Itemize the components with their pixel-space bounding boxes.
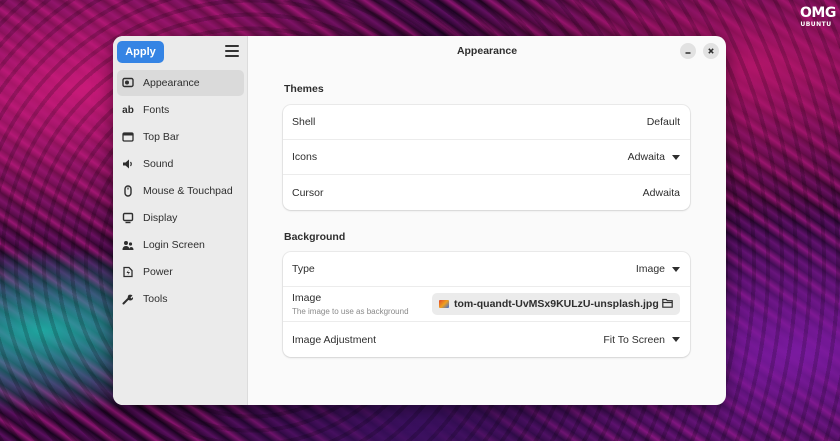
mouse-icon xyxy=(122,185,134,197)
chevron-down-icon xyxy=(672,266,680,272)
sidebar-item-sound[interactable]: Sound xyxy=(117,151,244,177)
cursor-label: Cursor xyxy=(292,186,324,199)
type-label: Type xyxy=(292,263,315,275)
shell-label: Shell xyxy=(292,116,316,128)
main-content: Appearance Themes Shell Default Icons Ad… xyxy=(248,36,726,405)
sidebar-item-label: Tools xyxy=(143,293,168,305)
themes-heading: Themes xyxy=(284,83,324,95)
appearance-icon xyxy=(122,77,134,89)
sidebar-item-login-screen[interactable]: Login Screen xyxy=(117,232,244,258)
chevron-down-icon xyxy=(672,154,680,160)
tools-icon xyxy=(122,293,134,305)
display-icon xyxy=(122,212,134,224)
close-icon xyxy=(708,48,714,54)
sidebar-nav: Appearance ab Fonts Top Bar Sound Mouse … xyxy=(117,70,244,313)
image-sublabel: The image to use as background xyxy=(292,307,409,316)
power-icon xyxy=(122,266,134,278)
sidebar-item-fonts[interactable]: ab Fonts xyxy=(117,97,244,123)
image-adjustment-label: Image Adjustment xyxy=(292,333,377,346)
sidebar-item-label: Display xyxy=(143,212,178,224)
icons-row[interactable]: Icons Adwaita xyxy=(283,140,690,175)
sidebar: Apply Appearance ab Fonts Top Bar Sound … xyxy=(113,36,248,405)
sidebar-item-tools[interactable]: Tools xyxy=(117,286,244,312)
sidebar-item-label: Appearance xyxy=(143,77,200,89)
sidebar-item-label: Power xyxy=(143,266,173,278)
sidebar-item-label: Sound xyxy=(143,158,174,170)
type-value: Image xyxy=(635,263,665,275)
image-row: Image The image to use as background tom… xyxy=(283,287,690,322)
image-adjustment-value: Fit To Screen xyxy=(603,333,665,346)
image-file-name: tom-quandt-UvMSx9KULzU-unsplash.jpg xyxy=(454,298,659,310)
users-icon xyxy=(122,239,134,251)
themes-card: Shell Default Icons Adwaita Cursor Adwai… xyxy=(283,105,690,210)
chevron-down-icon xyxy=(672,337,680,342)
image-label: Image xyxy=(292,292,322,304)
shell-value: Default xyxy=(646,116,680,128)
apply-button[interactable]: Apply xyxy=(117,41,164,63)
sidebar-item-appearance[interactable]: Appearance xyxy=(117,70,244,96)
sidebar-item-label: Mouse & Touchpad xyxy=(143,185,233,197)
hamburger-menu-icon[interactable] xyxy=(225,45,239,57)
background-card: Type Image Image The image to use as bac… xyxy=(283,252,690,357)
sidebar-item-power[interactable]: Power xyxy=(117,259,244,285)
folder-open-icon xyxy=(662,298,673,311)
type-row[interactable]: Type Image xyxy=(283,252,690,287)
image-adjustment-dropdown[interactable]: Fit To Screen xyxy=(603,334,680,346)
image-adjustment-row[interactable]: Image Adjustment Fit To Screen xyxy=(283,322,690,357)
minimize-icon xyxy=(685,52,691,54)
logo-line-1: OMG xyxy=(800,5,836,21)
image-file-chooser[interactable]: tom-quandt-UvMSx9KULzU-unsplash.jpg xyxy=(432,293,680,315)
page-title: Appearance xyxy=(456,45,518,57)
background-heading: Background xyxy=(284,231,346,243)
sidebar-item-label: Fonts xyxy=(143,104,170,116)
close-button[interactable] xyxy=(703,43,719,59)
sound-icon xyxy=(122,158,134,170)
cursor-value: Adwaita xyxy=(642,186,680,199)
header-bar: Appearance xyxy=(248,36,726,66)
minimize-button[interactable] xyxy=(680,43,696,59)
cursor-row[interactable]: Cursor Adwaita xyxy=(283,175,690,210)
type-dropdown[interactable]: Image xyxy=(636,263,680,275)
sidebar-item-display[interactable]: Display xyxy=(117,205,244,231)
logo-line-2: UBUNTU xyxy=(800,21,832,28)
image-file-icon xyxy=(439,300,449,308)
sidebar-item-mouse-touchpad[interactable]: Mouse & Touchpad xyxy=(117,178,244,204)
tweaks-window: Apply Appearance ab Fonts Top Bar Sound … xyxy=(113,36,726,405)
omg-ubuntu-logo: OMG UBUNTU xyxy=(800,5,836,36)
sidebar-item-top-bar[interactable]: Top Bar xyxy=(117,124,244,150)
top-bar-icon xyxy=(122,131,134,143)
icons-dropdown[interactable]: Adwaita xyxy=(628,151,680,163)
icons-label: Icons xyxy=(292,151,318,163)
fonts-icon: ab xyxy=(122,104,134,116)
sidebar-item-label: Top Bar xyxy=(143,131,180,143)
icons-value: Adwaita xyxy=(627,151,665,163)
sidebar-item-label: Login Screen xyxy=(143,239,205,251)
shell-row[interactable]: Shell Default xyxy=(283,105,690,140)
